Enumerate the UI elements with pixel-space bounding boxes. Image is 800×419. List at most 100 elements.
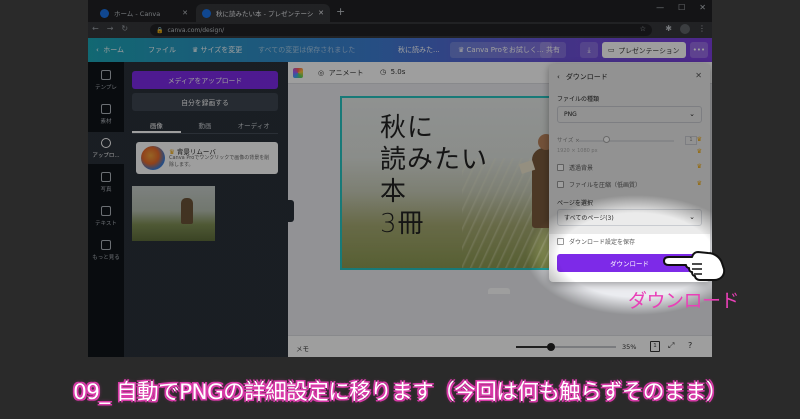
back-icon[interactable]: ← [92, 24, 99, 33]
title-line: 読みたい [380, 145, 489, 175]
fullscreen-icon[interactable]: ⤢ [668, 341, 674, 351]
design-title[interactable]: 秋に 読みたい 本 3冊 [380, 112, 488, 240]
close-window-icon[interactable]: ✕ [699, 3, 706, 12]
save-status: すべての変更は保存されました [258, 46, 356, 54]
resize-button[interactable]: ♛ サイズを変更 [192, 38, 242, 62]
minimize-icon[interactable]: — [656, 3, 664, 12]
help-icon[interactable]: ? [688, 341, 692, 350]
file-type-value: PNG [564, 111, 577, 118]
tab-presentation[interactable]: 秋に読みたい本 - プレゼンテーション ✕ [196, 4, 330, 22]
zoom-slider-knob[interactable] [547, 343, 555, 351]
lock-icon: 🔒 [156, 26, 164, 34]
uploads-panel: メディアをアップロード 自分を録画する 画像 動画 オーディオ ♛ 背景リムーバ… [124, 62, 288, 357]
upload-icon [101, 138, 111, 148]
rail-item-text[interactable]: テキスト [88, 200, 124, 232]
crown-icon: ♛ [696, 148, 702, 155]
chevron-down-icon: ⌄ [689, 110, 695, 118]
size-slider[interactable] [579, 140, 674, 142]
uploaded-image-thumbnail[interactable] [132, 186, 215, 241]
media-tabs: 画像 動画 オーディオ [132, 117, 278, 133]
zoom-slider[interactable] [516, 343, 616, 351]
rail-item-more[interactable]: もっと見る [88, 234, 124, 266]
animate-button[interactable]: ◎ アニメート [318, 68, 363, 78]
add-page-tab[interactable] [488, 288, 510, 294]
browser-menu-icon[interactable]: ⋮ [698, 24, 706, 34]
canva-header: ‹ ホーム ファイル ♛ サイズを変更 すべての変更は保存されました 秋に読みた… [88, 38, 712, 62]
thumbnail-figure [181, 198, 193, 224]
rail-item-uploads[interactable]: アップロ... [88, 132, 124, 164]
background-remover-promo[interactable]: ♛ 背景リムーバ Canva Proでワンクリックで画像の背景を削除します。 [136, 142, 278, 174]
canva-favicon-icon [100, 8, 109, 18]
tab-images[interactable]: 画像 [132, 117, 181, 133]
zoom-slider-fill [516, 346, 551, 348]
address-bar[interactable]: 🔒 canva.com/design/ ☆ [150, 24, 652, 36]
crown-icon: ♛ [458, 46, 467, 54]
page-count-icon[interactable]: 1 [650, 341, 660, 352]
new-tab-icon[interactable]: + [336, 5, 345, 18]
size-input[interactable]: 1 [685, 136, 697, 145]
checkbox-label: ダウンロード設定を保存 [569, 239, 636, 246]
chevron-down-icon: ⌄ [689, 213, 695, 221]
upload-media-button[interactable]: メディアをアップロード [132, 71, 278, 89]
file-menu[interactable]: ファイル [148, 38, 176, 62]
transparent-bg-checkbox[interactable]: 透過背景 [557, 163, 593, 172]
try-pro-button[interactable]: ♛ Canva Proをお試しく... [450, 42, 552, 58]
promo-body: Canva Proでワンクリックで画像の背景を削除します。 [169, 155, 270, 168]
present-button[interactable]: ▭ プレゼンテーション [602, 42, 686, 58]
resize-label: サイズを変更 [200, 46, 243, 54]
close-tab-icon[interactable]: ✕ [182, 9, 188, 17]
bookmark-star-icon[interactable]: ☆ [640, 25, 646, 33]
tab-audio[interactable]: オーディオ [229, 117, 278, 133]
template-icon [101, 70, 111, 80]
rail-item-templates[interactable]: テンプレ [88, 64, 124, 96]
title-line: 秋に [380, 113, 435, 143]
animate-icon: ◎ [318, 69, 327, 77]
share-button[interactable]: 共有 [540, 42, 566, 58]
duration-button[interactable]: ◷ 5.0s [380, 68, 405, 76]
zoom-level[interactable]: 35% [622, 343, 636, 351]
document-title[interactable]: 秋に読みた... [398, 38, 440, 62]
profile-avatar[interactable] [680, 24, 690, 34]
color-swatch-icon[interactable] [293, 68, 303, 78]
file-type-select[interactable]: PNG ⌄ [557, 106, 702, 123]
tab-canva-home[interactable]: ホーム - Canva ✕ [94, 4, 194, 22]
pages-select[interactable]: すべてのページ(3) ⌄ [557, 209, 702, 226]
nav-buttons: ← → ↻ [92, 24, 128, 33]
forward-icon[interactable]: → [107, 24, 114, 33]
rail-label: アップロ... [92, 153, 120, 159]
back-arrow-icon[interactable]: ‹ [557, 73, 560, 81]
tutorial-screenshot: ホーム - Canva ✕ 秋に読みたい本 - プレゼンテーション ✕ + — … [0, 0, 800, 419]
rail-label: もっと見る [92, 255, 120, 261]
tab-videos[interactable]: 動画 [181, 117, 230, 133]
more-options-icon[interactable]: ••• [690, 42, 708, 58]
rail-label: 写真 [100, 187, 112, 193]
home-label: ホーム [103, 46, 125, 54]
rail-item-elements[interactable]: 素材 [88, 98, 124, 130]
panel-collapse-handle[interactable] [288, 200, 294, 222]
tab-strip: ホーム - Canva ✕ 秋に読みたい本 - プレゼンテーション ✕ + — … [88, 0, 712, 22]
size-slider-knob[interactable] [603, 136, 610, 143]
notes-button[interactable]: メモ [296, 343, 309, 353]
animate-label: アニメート [328, 69, 364, 77]
pointing-hand-icon [663, 251, 726, 281]
dimensions-text: 1920 × 1080 px [557, 148, 598, 154]
chevron-left-icon: ‹ [96, 46, 104, 54]
photo-icon [101, 172, 111, 182]
home-button[interactable]: ‹ ホーム [96, 38, 124, 62]
download-icon[interactable]: ⤓ [580, 42, 598, 58]
crown-icon: ♛ [696, 136, 702, 143]
reload-icon[interactable]: ↻ [121, 24, 128, 33]
size-label: サイズ × [557, 138, 580, 144]
record-yourself-button[interactable]: 自分を録画する [132, 93, 278, 111]
compress-checkbox[interactable]: ファイルを圧縮（低画質） [557, 180, 641, 189]
save-settings-checkbox[interactable]: ダウンロード設定を保存 [557, 237, 635, 246]
maximize-icon[interactable]: ☐ [678, 3, 685, 12]
close-tab-icon[interactable]: ✕ [318, 9, 324, 17]
extensions-icon[interactable]: ✱ [665, 24, 672, 34]
close-icon[interactable]: ✕ [695, 71, 702, 80]
checkbox-box [557, 181, 564, 188]
rail-label: 素材 [100, 119, 112, 125]
rail-item-photos[interactable]: 写真 [88, 166, 124, 198]
url-text: canva.com/design/ [167, 26, 225, 34]
tab-label: 秋に読みたい本 - プレゼンテーション [216, 10, 314, 18]
